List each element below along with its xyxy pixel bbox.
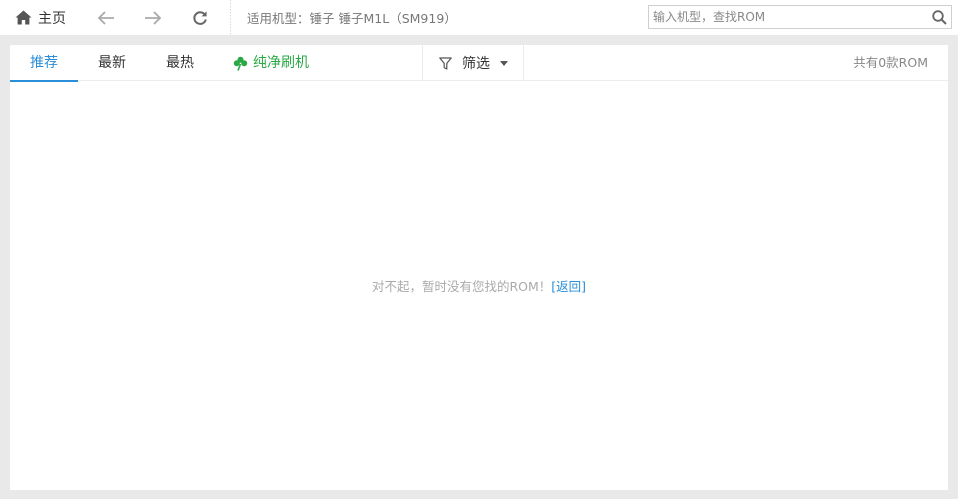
home-button[interactable]: 主页 <box>15 0 66 35</box>
home-icon <box>15 10 32 25</box>
clover-icon <box>233 56 248 71</box>
toolbar-divider <box>230 0 231 35</box>
empty-message-text: 对不起，暂时没有您找的ROM！ <box>371 279 552 294</box>
tab-bar: 推荐 最新 最热 纯净刷机 筛选 共有0款ROM <box>10 45 948 82</box>
search-button[interactable] <box>927 6 951 28</box>
tab-clean-flash[interactable]: 纯净刷机 <box>233 45 309 81</box>
forward-button[interactable] <box>141 6 165 30</box>
back-button[interactable] <box>94 6 118 30</box>
model-label: 适用机型： <box>247 11 310 26</box>
tab-latest[interactable]: 最新 <box>98 45 126 81</box>
search-box <box>648 5 952 29</box>
top-toolbar: 主页 适用机型： 锤子 锤子M1L（SM919） <box>0 0 958 35</box>
back-link[interactable]: [返回] <box>551 279 586 294</box>
filter-label: 筛选 <box>462 56 490 72</box>
filter-dropdown[interactable]: 筛选 <box>422 45 524 81</box>
tab-clean-flash-label: 纯净刷机 <box>253 55 309 71</box>
rom-count: 共有0款ROM <box>853 55 928 70</box>
arrow-left-icon <box>97 10 114 25</box>
search-icon <box>931 9 947 25</box>
refresh-icon <box>193 10 207 25</box>
tab-hot[interactable]: 最热 <box>166 45 194 81</box>
rom-list-panel: 推荐 最新 最热 纯净刷机 筛选 共有0款ROM 对不起，暂时没有您找的ROM！… <box>10 45 948 490</box>
arrow-right-icon <box>145 10 162 25</box>
home-label: 主页 <box>38 10 66 27</box>
model-info: 适用机型： 锤子 锤子M1L（SM919） <box>247 8 457 27</box>
empty-state-message: 对不起，暂时没有您找的ROM！[返回] <box>10 276 948 295</box>
search-input[interactable] <box>649 6 927 28</box>
model-value: 锤子 锤子M1L（SM919） <box>309 11 457 26</box>
caret-down-icon <box>500 60 508 66</box>
tab-recommend[interactable]: 推荐 <box>10 45 78 82</box>
filter-icon <box>439 56 452 70</box>
refresh-button[interactable] <box>188 6 212 30</box>
